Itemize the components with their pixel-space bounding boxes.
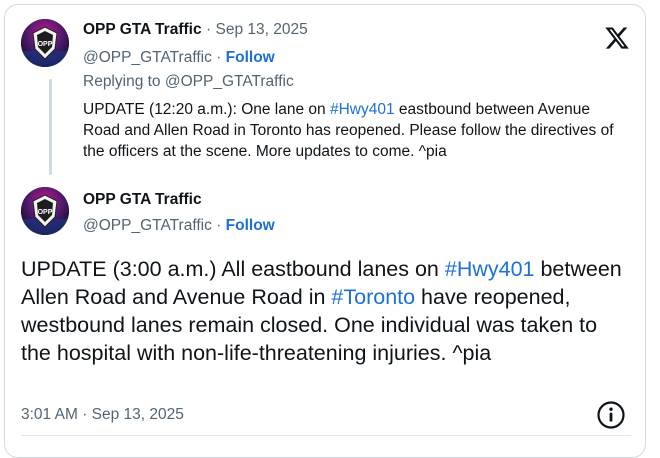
thread-connector-line	[49, 79, 52, 175]
avatar-label: OPP	[38, 209, 53, 216]
avatar-label: OPP	[38, 41, 53, 48]
reply-avatar[interactable]: OPP	[21, 19, 69, 67]
main-text-part1: UPDATE (3:00 a.m.) All eastbound lanes o…	[21, 257, 445, 281]
reply-handle[interactable]: @OPP_GTATraffic	[83, 49, 212, 66]
reply-separator: ·	[216, 49, 222, 66]
main-display-name[interactable]: OPP GTA Traffic	[83, 191, 202, 209]
main-hashtag-hwy401[interactable]: #Hwy401	[445, 257, 535, 281]
replying-to-label: Replying to @OPP_GTATraffic	[83, 73, 294, 90]
reply-header-line1: OPP GTA Traffic · Sep 13, 2025	[83, 21, 308, 39]
embedded-tweet-card: OPP OPP GTA Traffic · Sep 13, 2025 @OPP_…	[4, 4, 646, 458]
main-tweet-text: UPDATE (3:00 a.m.) All eastbound lanes o…	[21, 255, 631, 367]
main-handle[interactable]: @OPP_GTATraffic	[83, 217, 212, 234]
opp-badge-icon: OPP	[21, 187, 69, 235]
main-timestamp[interactable]: 3:01 AM · Sep 13, 2025	[21, 406, 184, 424]
reply-date[interactable]: · Sep 13, 2025	[206, 21, 308, 38]
reply-follow-button[interactable]: Follow	[226, 49, 275, 66]
opp-badge-icon: OPP	[21, 19, 69, 67]
reply-hashtag-hwy401[interactable]: #Hwy401	[330, 101, 395, 118]
main-avatar[interactable]: OPP	[21, 187, 69, 235]
info-icon[interactable]	[596, 400, 626, 430]
reply-header-line2: @OPP_GTATraffic · Follow	[83, 49, 275, 67]
bottom-divider	[21, 435, 631, 436]
reply-display-name[interactable]: OPP GTA Traffic	[83, 21, 202, 38]
x-logo-icon[interactable]	[604, 25, 630, 51]
reply-text-part1: UPDATE (12:20 a.m.): One lane on	[83, 101, 330, 118]
main-hashtag-toronto[interactable]: #Toronto	[331, 285, 415, 309]
main-follow-button[interactable]: Follow	[226, 217, 275, 234]
main-header-line2: @OPP_GTATraffic · Follow	[83, 217, 275, 235]
reply-tweet-text: UPDATE (12:20 a.m.): One lane on #Hwy401…	[83, 99, 631, 162]
main-separator: ·	[216, 217, 222, 234]
